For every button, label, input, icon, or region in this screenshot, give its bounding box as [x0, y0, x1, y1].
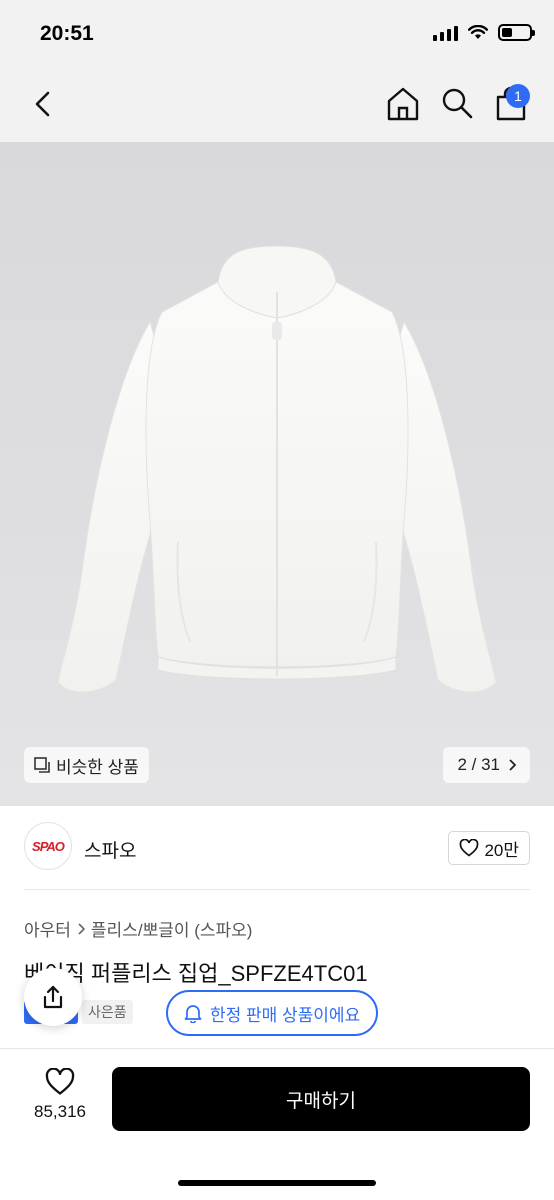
battery-icon	[498, 24, 535, 41]
brand-like-count: 20만	[484, 840, 519, 860]
wifi-icon	[468, 25, 488, 39]
chevron-right-icon	[509, 759, 516, 771]
wishlist-button[interactable]: 85,316	[24, 1068, 96, 1132]
status-bar: 20:51	[0, 0, 554, 68]
similar-products-label: 비슷한 상품	[56, 757, 139, 777]
brand-logo[interactable]: SPAO	[24, 822, 72, 870]
buy-button[interactable]: 구매하기	[112, 1067, 530, 1131]
jacket-image	[57, 245, 497, 693]
heart-icon	[45, 1068, 75, 1095]
breadcrumb: 아우터 플리스/뽀글이 (스파오)	[24, 916, 252, 941]
status-time: 20:51	[40, 22, 94, 45]
brand-name[interactable]: 스파오	[84, 836, 136, 863]
page-counter-text: 2 / 31	[457, 755, 500, 774]
bell-icon	[184, 1005, 202, 1023]
wishlist-count: 85,316	[34, 1102, 86, 1121]
gift-tag: 사은품	[82, 1000, 133, 1024]
search-icon[interactable]	[440, 86, 474, 120]
copy-icon	[34, 757, 50, 773]
bottom-divider	[0, 1048, 554, 1049]
home-icon[interactable]	[386, 86, 420, 122]
limited-sale-notice[interactable]: 한정 판매 상품이에요	[166, 990, 379, 1036]
signal-icon	[433, 25, 458, 41]
brand-like-button[interactable]: 20만	[448, 831, 530, 865]
status-icons	[433, 24, 535, 41]
breadcrumb-category[interactable]: 아우터	[24, 916, 71, 941]
share-icon	[43, 985, 63, 1009]
product-image[interactable]: 비슷한 상품 2 / 31	[0, 142, 554, 806]
share-button[interactable]	[24, 968, 82, 1026]
chevron-right-icon	[78, 922, 85, 935]
nav-bar	[0, 68, 554, 142]
brand-row[interactable]: SPAO 스파오 20만	[24, 822, 530, 874]
image-page-counter[interactable]: 2 / 31	[443, 747, 530, 783]
heart-icon	[460, 839, 479, 857]
back-icon[interactable]	[28, 88, 60, 120]
home-indicator	[178, 1180, 376, 1186]
divider	[24, 889, 530, 890]
similar-products-button[interactable]: 비슷한 상품	[24, 747, 149, 783]
limited-sale-label: 한정 판매 상품이에요	[210, 1005, 361, 1025]
breadcrumb-subcategory[interactable]: 플리스/뽀글이 (스파오)	[91, 916, 253, 941]
cart-badge: 1	[506, 84, 530, 108]
